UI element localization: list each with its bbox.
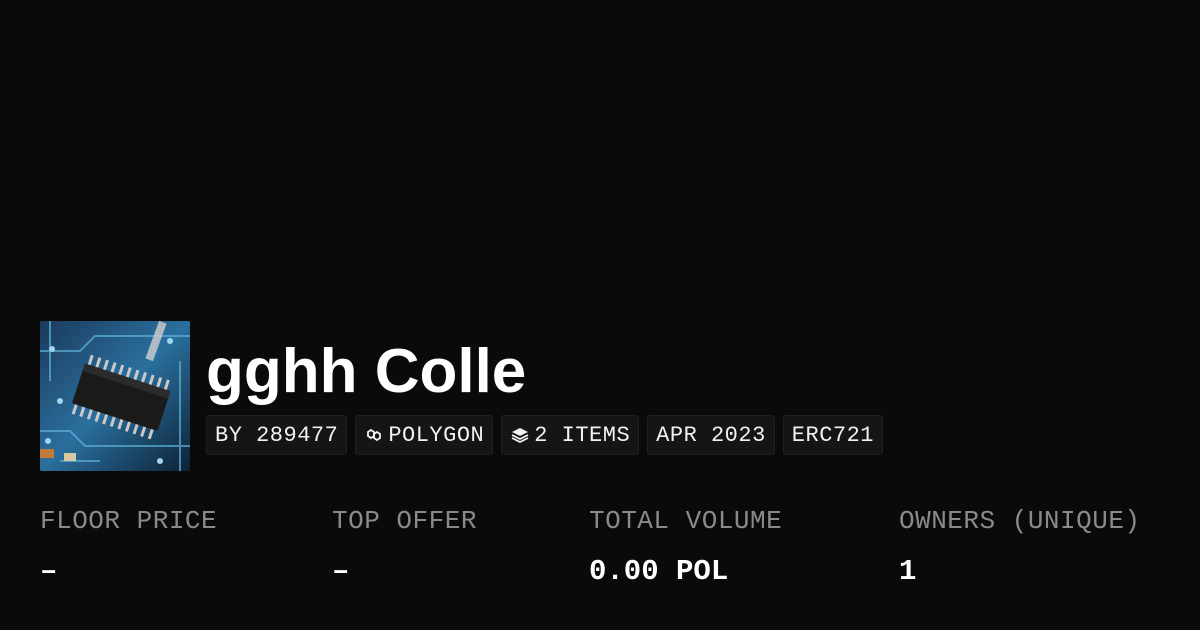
standard-label: ERC721	[791, 422, 875, 448]
top-offer-value: –	[332, 555, 350, 588]
date-badge: APR 2023	[647, 415, 775, 455]
layers-icon	[510, 426, 530, 444]
chain-badge[interactable]: POLYGON	[355, 415, 494, 455]
collection-title: gghh Colle	[206, 337, 527, 406]
items-label: 2 ITEMS	[534, 422, 631, 448]
creator-badge[interactable]: BY 289477	[206, 415, 348, 455]
floor-price-label: FLOOR PRICE	[40, 506, 218, 536]
floor-price-stat: FLOOR PRICE –	[40, 505, 217, 589]
chain-label: POLYGON	[388, 422, 485, 448]
date-label: APR 2023	[656, 422, 766, 448]
creator-label: BY 289477	[215, 422, 339, 448]
owners-stat: OWNERS (UNIQUE) 1	[899, 505, 1141, 589]
items-badge[interactable]: 2 ITEMS	[501, 415, 640, 455]
collection-avatar	[40, 321, 190, 471]
total-volume-stat: TOTAL VOLUME 0.00 POL	[589, 505, 782, 589]
total-volume-value: 0.00 POL	[589, 555, 729, 588]
standard-badge: ERC721	[782, 415, 884, 455]
total-volume-label: TOTAL VOLUME	[589, 506, 783, 536]
badge-row: BY 289477 POLYGON 2 ITEMS APR 2023 ERC72…	[206, 415, 884, 455]
owners-value: 1	[899, 555, 917, 588]
top-offer-stat: TOP OFFER –	[332, 505, 477, 589]
floor-price-value: –	[40, 555, 58, 588]
owners-label: OWNERS (UNIQUE)	[899, 506, 1141, 536]
og-card: gghh Colle BY 289477 POLYGON 2 ITEMS APR…	[0, 0, 1200, 630]
polygon-chain-icon	[364, 426, 384, 444]
top-offer-label: TOP OFFER	[332, 506, 477, 536]
